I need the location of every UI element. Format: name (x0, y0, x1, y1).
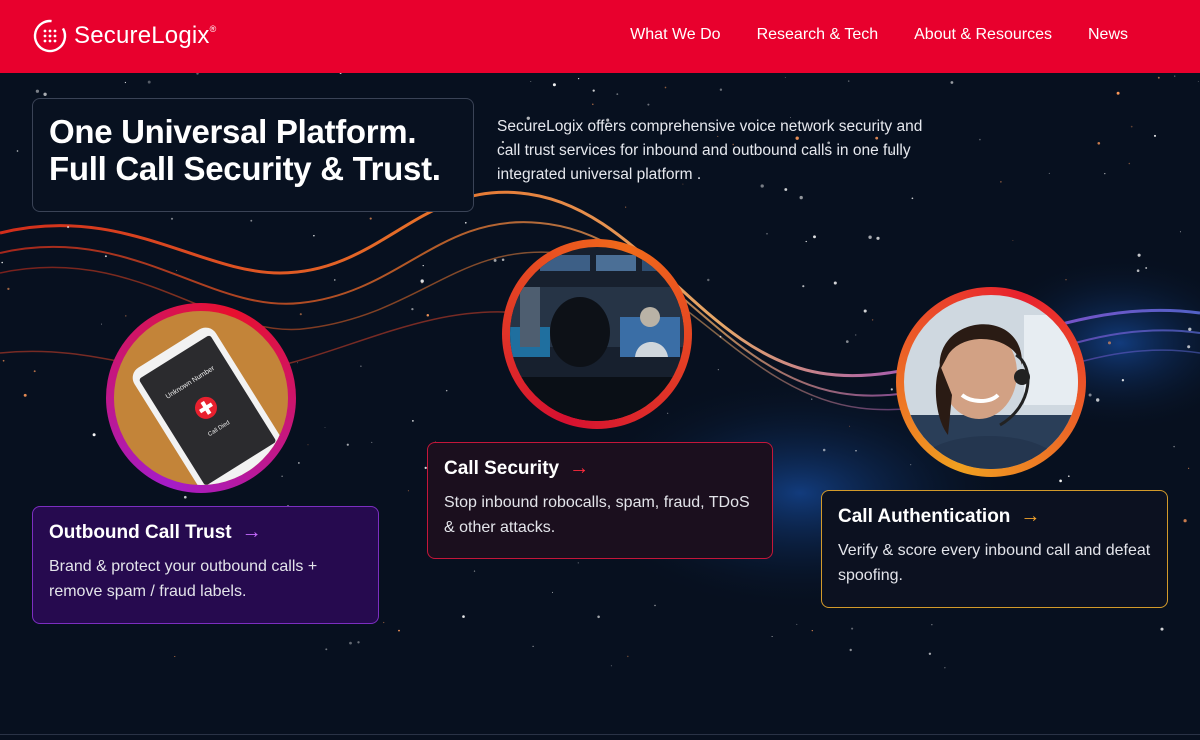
logo[interactable]: SecureLogix® (32, 18, 216, 54)
call-security-title[interactable]: Call Security (444, 458, 559, 480)
nav-what-we-do[interactable]: What We Do (630, 26, 720, 44)
arrow-right-icon: → (569, 457, 590, 479)
nav-news[interactable]: News (1088, 26, 1128, 44)
site-header: SecureLogix® What We Do Research & Tech … (0, 0, 1200, 73)
main-nav: What We Do Research & Tech About & Resou… (630, 26, 1128, 44)
call-authentication-image (896, 287, 1086, 477)
outbound-call-trust-card[interactable]: Outbound Call Trust → Brand & protect yo… (32, 506, 379, 624)
call-security-text: Stop inbound robocalls, spam, fraud, TDo… (444, 494, 750, 536)
nav-about-resources[interactable]: About & Resources (914, 26, 1052, 44)
call-authentication-card[interactable]: Call Authentication → Verify & score eve… (821, 490, 1168, 608)
call-security-card[interactable]: Call Security → Stop inbound robocalls, … (427, 442, 773, 559)
hero-title-line-1: One Universal Platform. (49, 113, 417, 150)
hero-title-line-2: Full Call Security & Trust. (49, 150, 441, 187)
securelogix-logo-icon (33, 19, 67, 53)
nav-research-tech[interactable]: Research & Tech (757, 26, 879, 44)
arrow-right-icon: → (241, 521, 262, 543)
call-authentication-title[interactable]: Call Authentication (838, 506, 1010, 528)
card-title[interactable]: Call Security → (444, 457, 756, 480)
card-title[interactable]: Outbound Call Trust → (49, 521, 362, 544)
phone-image: Unknown Number Call Died (114, 311, 288, 485)
hero-description: SecureLogix offers comprehensive voice n… (497, 118, 923, 183)
logo-text: SecureLogix® (74, 22, 217, 49)
arrow-right-icon: → (1020, 505, 1041, 527)
hero-title-box: One Universal Platform. Full Call Securi… (32, 98, 474, 212)
outbound-call-image: Unknown Number Call Died (106, 303, 296, 493)
call-agent-image (904, 295, 1078, 469)
outbound-call-trust-title[interactable]: Outbound Call Trust (49, 522, 232, 544)
footer-divider (0, 734, 1200, 735)
call-authentication-text: Verify & score every inbound call and de… (838, 542, 1151, 584)
outbound-call-trust-text: Brand & protect your outbound calls + re… (49, 558, 318, 600)
call-security-image (502, 239, 692, 429)
card-title[interactable]: Call Authentication → (838, 505, 1151, 528)
security-operator-image (510, 247, 684, 421)
